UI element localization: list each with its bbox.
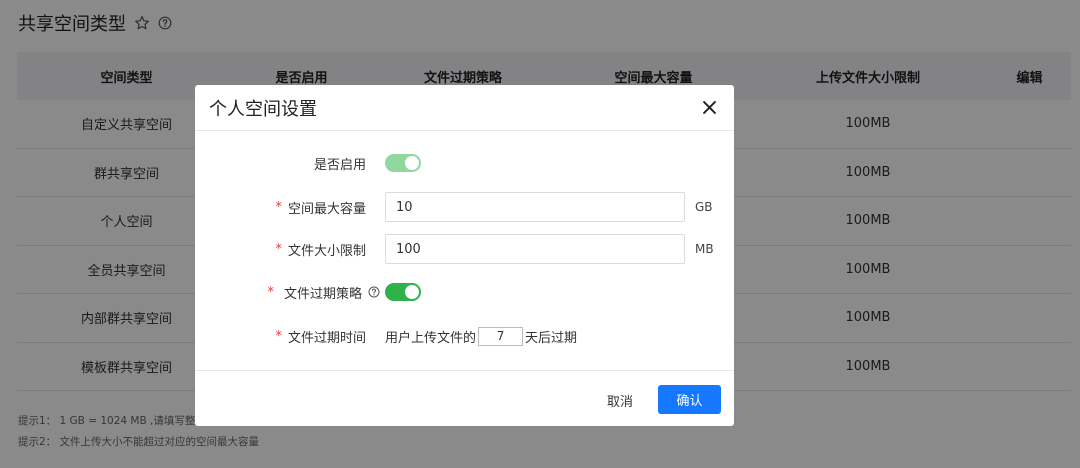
personal-space-settings-modal: 个人空间设置 是否启用 * 空间最大容量 10 GB * 文件大小限制 100 MB… — [195, 85, 734, 426]
form-row-file-size: * 文件大小限制 100 MB — [195, 234, 734, 264]
max-capacity-input[interactable]: 10 — [385, 192, 685, 222]
expire-prefix-text: 用户上传文件的 — [385, 330, 477, 346]
required-mark: * — [267, 284, 274, 300]
modal-title: 个人空间设置 — [209, 98, 317, 120]
expire-days-input[interactable]: 7 — [478, 326, 524, 346]
form-row-enabled: 是否启用 — [195, 153, 734, 173]
required-mark: * — [275, 199, 282, 215]
cancel-button[interactable]: 取消 — [607, 386, 633, 414]
confirm-button[interactable]: 确认 — [658, 385, 721, 414]
required-mark: * — [275, 328, 282, 344]
expire-policy-label: * 文件过期策略 — [267, 283, 380, 302]
file-size-unit: MB — [695, 242, 714, 256]
expire-suffix-text: 天后过期 — [525, 330, 578, 346]
modal-footer: 取消 确认 — [195, 370, 734, 426]
file-size-label: * 文件大小限制 — [275, 241, 366, 259]
question-circle-icon[interactable] — [368, 286, 380, 298]
form-row-max-capacity: * 空间最大容量 10 GB — [195, 192, 734, 222]
form-row-expire-time: * 文件过期时间 用户上传文件的 7 天后过期 — [195, 325, 734, 347]
max-capacity-unit: GB — [695, 200, 713, 214]
max-capacity-label: * 空间最大容量 — [275, 199, 366, 217]
file-size-input[interactable]: 100 — [385, 234, 685, 264]
expire-policy-switch[interactable] — [385, 283, 421, 301]
required-mark: * — [275, 241, 282, 257]
enabled-label: 是否启用 — [313, 157, 366, 173]
form-row-expire-policy: * 文件过期策略 — [195, 282, 734, 302]
enabled-switch[interactable] — [385, 154, 421, 172]
close-icon[interactable] — [698, 97, 720, 119]
expire-time-label: * 文件过期时间 — [275, 328, 366, 346]
modal-header: 个人空间设置 — [195, 85, 734, 131]
